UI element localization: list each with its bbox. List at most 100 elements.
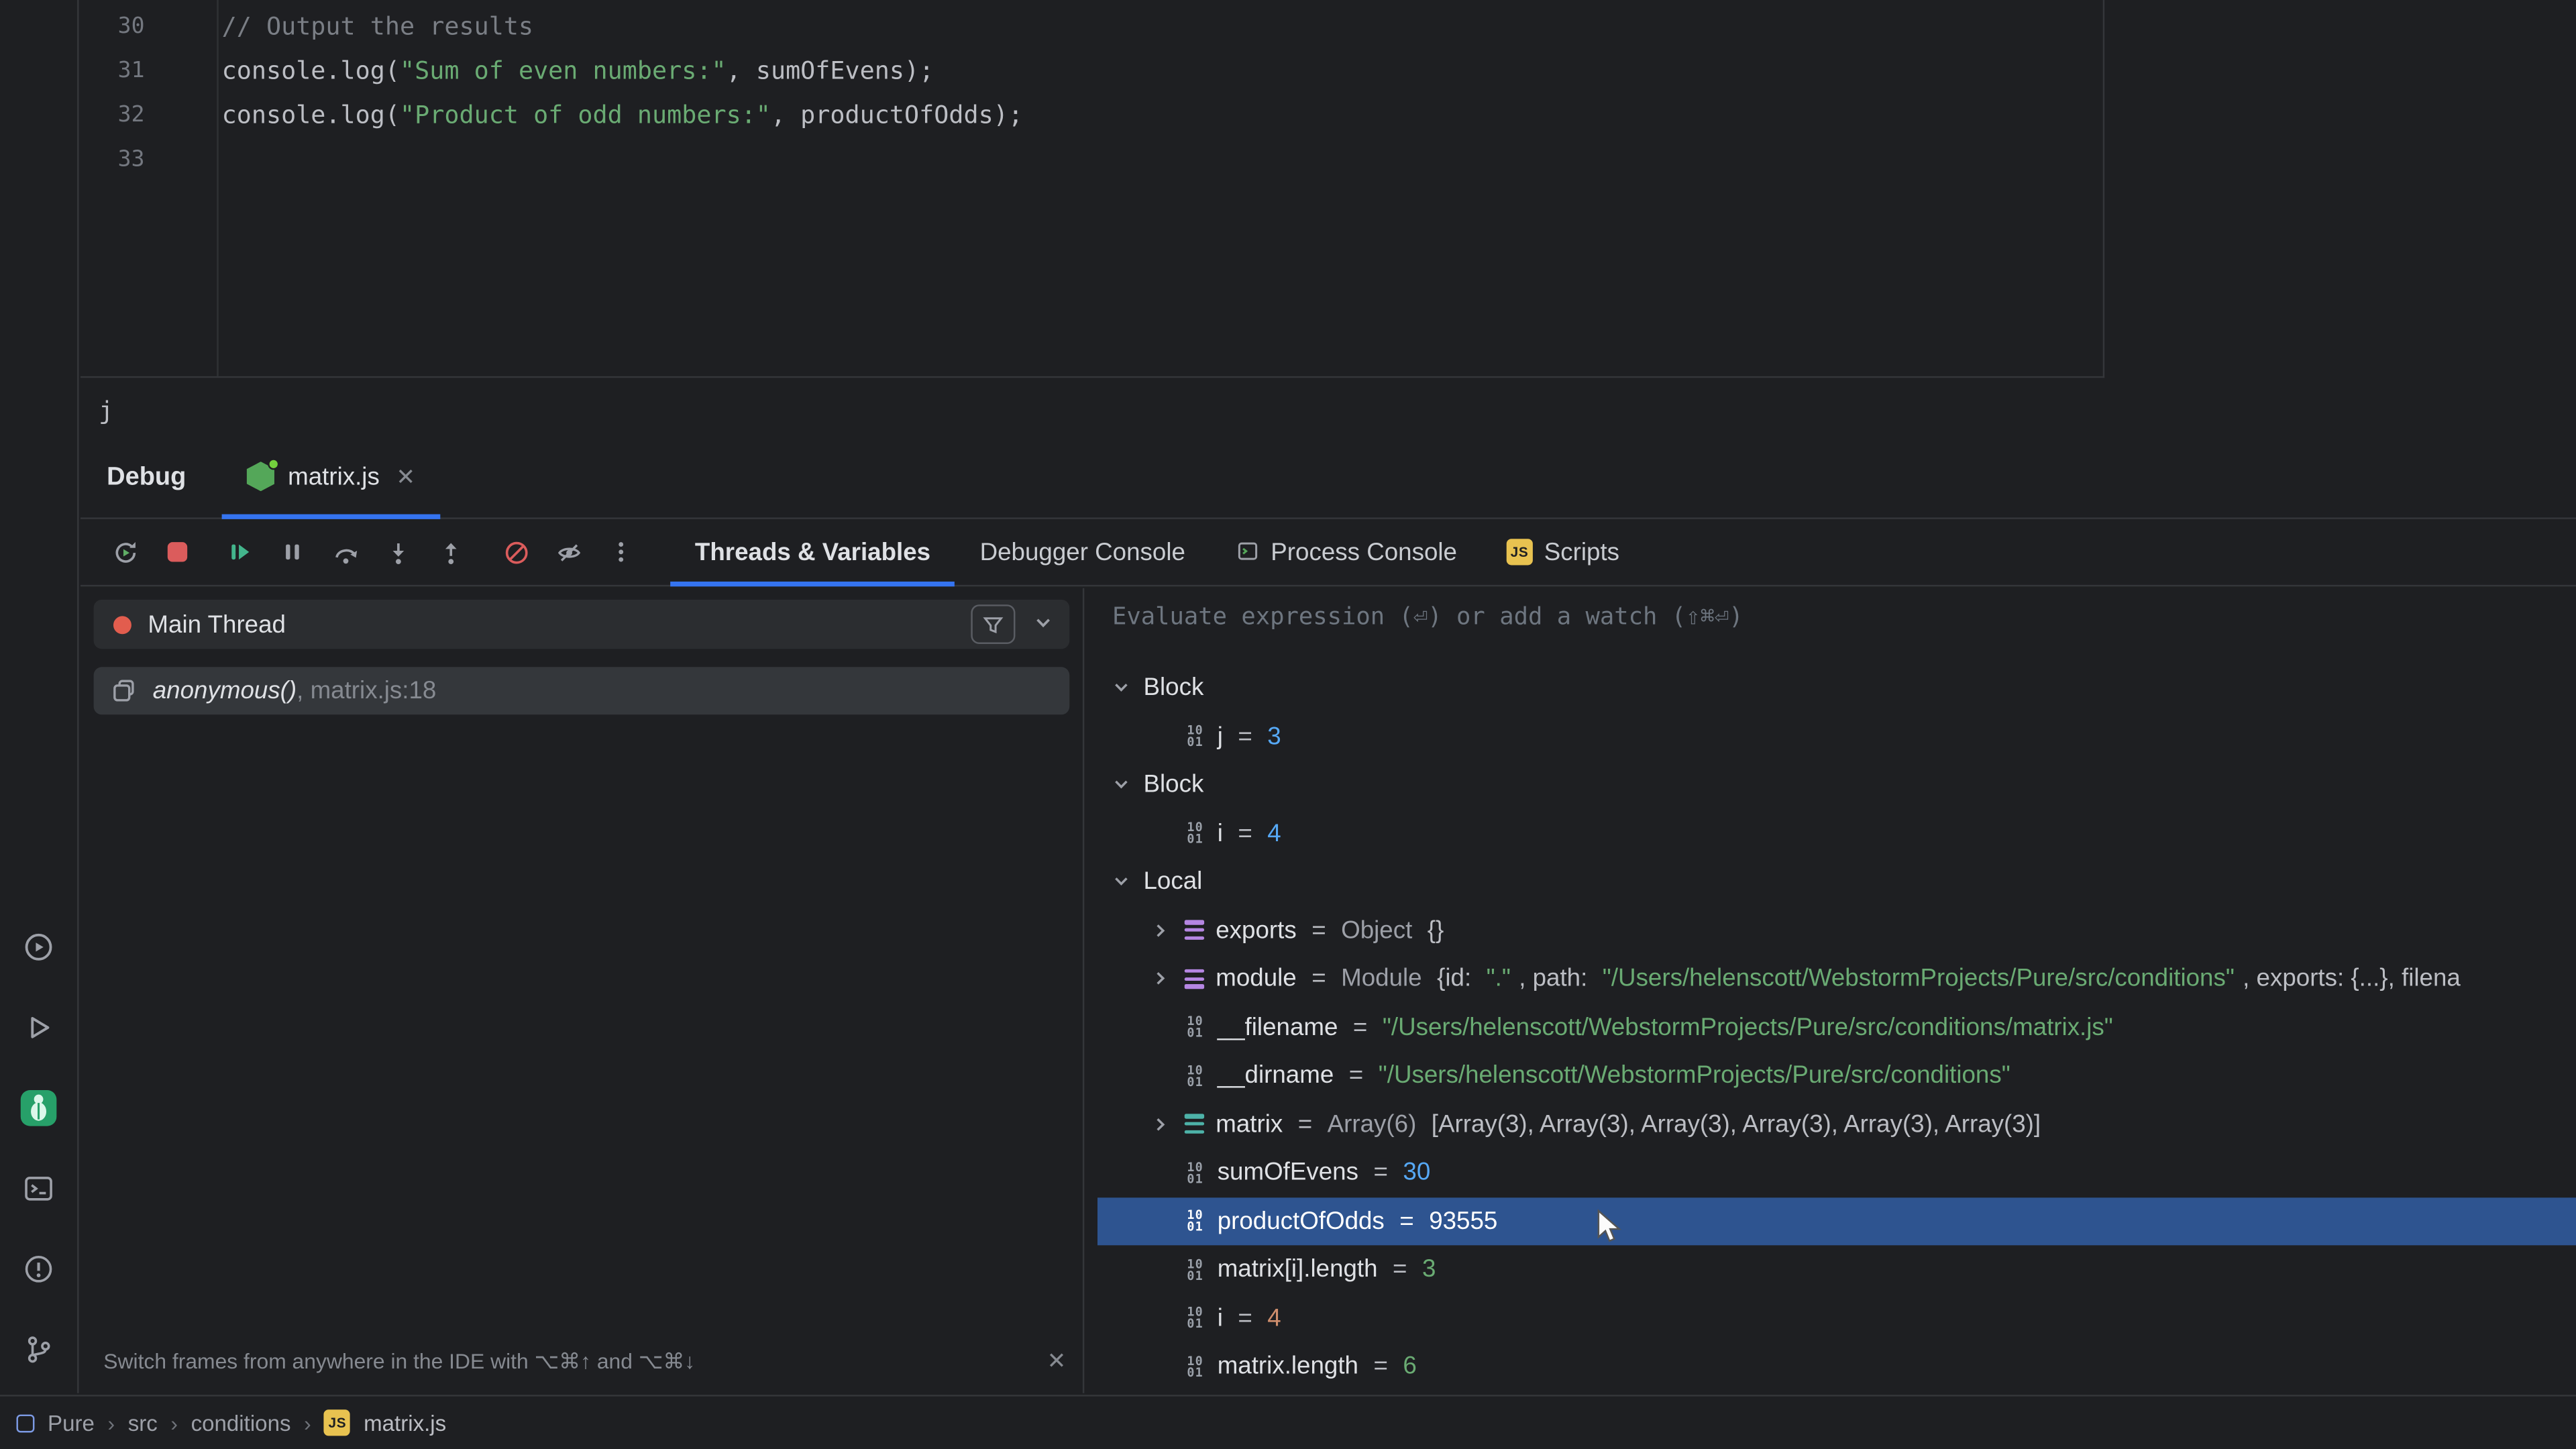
variable-name: matrix[i].length	[1218, 1256, 1378, 1284]
more-options-icon[interactable]	[598, 529, 644, 576]
nodejs-icon	[247, 462, 275, 491]
chevron-down-icon[interactable]	[1108, 869, 1134, 895]
view-tab-label: Threads & Variables	[695, 538, 930, 566]
debug-panel-header: Debug matrix.js ✕	[80, 435, 2576, 519]
chevron-right-icon[interactable]	[1146, 1111, 1173, 1137]
run-icon[interactable]	[17, 1006, 60, 1049]
variable-name: j	[1218, 722, 1223, 751]
code-line	[222, 138, 2103, 182]
editor-code[interactable]: // Output the resultsconsole.log("Sum of…	[219, 0, 2103, 376]
tab-matrix-js[interactable]: matrix.js ✕	[222, 435, 440, 517]
scope-row[interactable]: Local	[1084, 857, 2576, 906]
variable-name: productOfOdds	[1218, 1207, 1385, 1235]
variable-row[interactable]: 1001matrix.length = 6	[1084, 1342, 2576, 1391]
stack-frame-row[interactable]: anonymous(), matrix.js:18	[94, 667, 1070, 714]
scope-label: Block	[1143, 771, 1203, 799]
tab-process-console[interactable]: Process Console	[1210, 519, 1482, 585]
equals-sign: =	[1342, 1062, 1371, 1090]
thread-status-dot	[113, 615, 131, 633]
editor-overflow-text: j	[99, 396, 113, 425]
evaluate-placeholder: Evaluate expression (⏎) or add a watch (…	[1112, 604, 1743, 631]
tab-threads-variables[interactable]: Threads & Variables	[670, 519, 955, 585]
thread-selector[interactable]: Main Thread	[94, 600, 1070, 649]
chevron-down-icon[interactable]	[1108, 771, 1134, 798]
variable-value: Object	[1341, 916, 1419, 945]
stop-icon[interactable]	[154, 529, 201, 576]
variable-row[interactable]: exports = Object {}	[1084, 906, 2576, 955]
primitive-variable-icon: 1001	[1181, 1016, 1210, 1038]
rerun-icon[interactable]	[102, 529, 148, 576]
variable-row[interactable]: 1001productOfOdds = 93555	[1084, 1197, 2576, 1245]
variable-row[interactable]: 1001j = 3	[1084, 712, 2576, 761]
chevron-right-icon[interactable]	[1146, 965, 1173, 991]
version-control-icon[interactable]	[17, 1328, 60, 1371]
tab-scripts[interactable]: JS Scripts	[1482, 519, 1644, 585]
step-into-icon[interactable]	[374, 529, 421, 576]
variable-row[interactable]: 1001sumOfEvens = 30	[1084, 1148, 2576, 1197]
terminal-icon[interactable]	[17, 1167, 60, 1210]
tab-close-icon[interactable]: ✕	[396, 462, 415, 490]
problems-icon[interactable]	[17, 1247, 60, 1290]
chevron-down-icon[interactable]	[1030, 610, 1057, 639]
evaluate-expression-input[interactable]: Evaluate expression (⏎) or add a watch (…	[1084, 588, 2576, 647]
variable-name: exports	[1216, 916, 1296, 945]
variable-row[interactable]: 1001i = 4	[1084, 809, 2576, 857]
chevron-right-icon[interactable]	[1146, 917, 1173, 943]
debug-content: Main Thread anonymous(), matrix.js:18	[80, 588, 2576, 1393]
object-variable-icon	[1181, 965, 1208, 991]
variable-row[interactable]: 1001__dirname = "/Users/helenscott/Webst…	[1084, 1051, 2576, 1099]
debug-tool-window: Debug matrix.js ✕	[80, 435, 2576, 1393]
breadcrumb-conditions[interactable]: conditions	[191, 1410, 291, 1435]
breadcrumb-src[interactable]: src	[128, 1410, 158, 1435]
close-icon[interactable]: ✕	[1047, 1347, 1067, 1375]
variable-row[interactable]: matrix = Array(6) [Array(3), Array(3), A…	[1084, 1100, 2576, 1148]
debug-icon[interactable]	[17, 1086, 60, 1129]
tab-debugger-console[interactable]: Debugger Console	[955, 519, 1210, 585]
primitive-variable-icon: 1001	[1181, 1307, 1210, 1330]
equals-sign: =	[1386, 1256, 1414, 1284]
code-token: console.log(	[222, 100, 400, 129]
variable-row[interactable]: 1001__filename = "/Users/helenscott/Webs…	[1084, 1003, 2576, 1051]
variable-row[interactable]: module = Module {id: ".", path: "/Users/…	[1084, 955, 2576, 1003]
code-token: "Product of odd numbers:"	[400, 100, 771, 129]
funnel-icon	[981, 612, 1006, 637]
editor-gutter: 30313233	[80, 0, 219, 376]
chevron-down-icon[interactable]	[1108, 675, 1134, 701]
code-token: "Sum of even numbers:"	[400, 56, 727, 85]
resume-icon[interactable]	[217, 529, 263, 576]
breadcrumb-file[interactable]: matrix.js	[364, 1410, 446, 1435]
code-editor[interactable]: 30313233 // Output the resultsconsole.lo…	[80, 0, 2104, 378]
step-over-icon[interactable]	[322, 529, 368, 576]
filter-button[interactable]	[971, 604, 1015, 644]
variable-value: 3	[1422, 1256, 1436, 1284]
scope-row[interactable]: Block	[1084, 663, 2576, 712]
crossed-eye-icon[interactable]	[545, 529, 592, 576]
thread-name: Main Thread	[148, 610, 971, 639]
variable-row[interactable]: 1001i = 4	[1084, 1294, 2576, 1342]
variable-value: 4	[1267, 1304, 1281, 1332]
primitive-variable-icon: 1001	[1181, 725, 1210, 748]
object-variable-icon	[1181, 917, 1208, 943]
variable-value: , exports: {...}, filena	[2243, 965, 2461, 993]
breadcrumb-project[interactable]: Pure	[48, 1410, 95, 1435]
breadcrumb-separator: ›	[304, 1410, 311, 1435]
step-out-icon[interactable]	[427, 529, 474, 576]
variable-name: matrix.length	[1218, 1352, 1358, 1381]
app-root: 30313233 // Output the resultsconsole.lo…	[0, 0, 2576, 1449]
equals-sign: =	[1346, 1013, 1375, 1041]
array-variable-icon	[1181, 1111, 1208, 1137]
variable-name: i	[1218, 819, 1223, 847]
primitive-variable-icon: 1001	[1181, 822, 1210, 845]
equals-sign: =	[1305, 965, 1333, 993]
mute-breakpoints-icon[interactable]	[493, 529, 539, 576]
services-icon[interactable]	[17, 925, 60, 968]
variable-value: "/Users/helenscott/WebstormProjects/Pure…	[1603, 965, 2235, 993]
pause-icon[interactable]	[270, 529, 316, 576]
variable-value: {}	[1428, 916, 1444, 945]
project-icon	[16, 1413, 34, 1432]
variable-value: [Array(3), Array(3), Array(3), Array(3),…	[1432, 1110, 2041, 1138]
scope-row[interactable]: Block	[1084, 761, 2576, 809]
variable-row[interactable]: 1001matrix[i].length = 3	[1084, 1245, 2576, 1293]
line-number: 30	[80, 5, 145, 49]
scope-label: Local	[1143, 868, 1202, 896]
